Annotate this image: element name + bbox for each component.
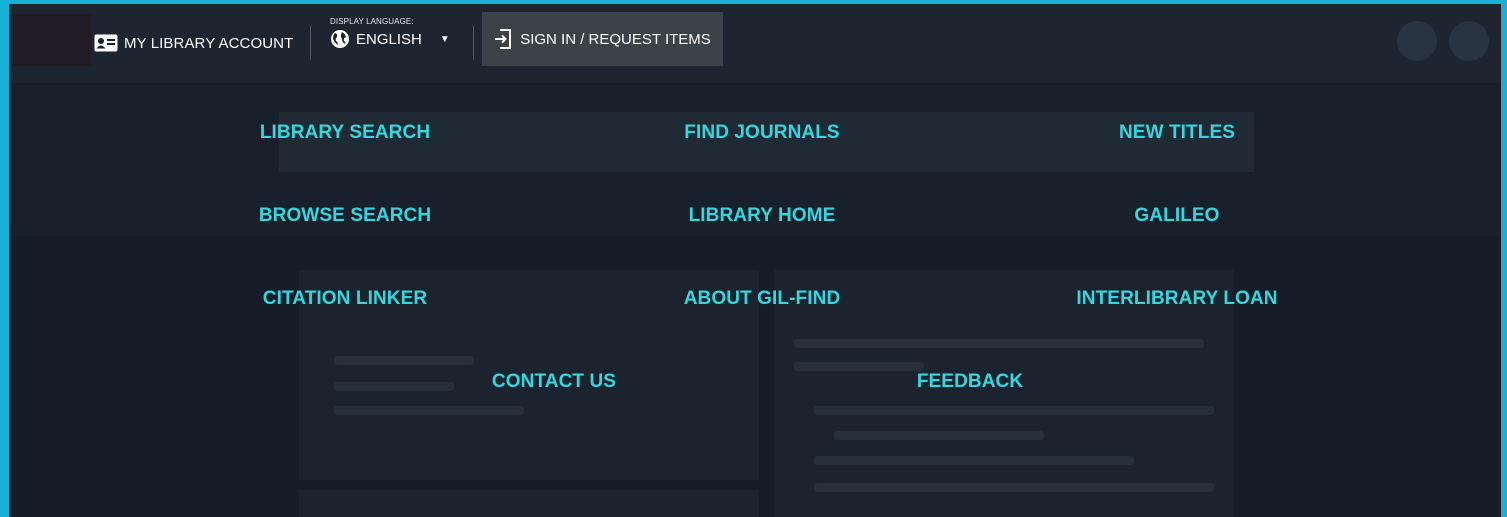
- background-menu-icon: [1449, 21, 1489, 61]
- language-value: ENGLISH: [356, 30, 422, 48]
- caret-down-icon: ▼: [439, 33, 450, 45]
- background-text: [334, 382, 454, 391]
- sign-in-icon: [495, 29, 512, 49]
- divider: [473, 26, 474, 60]
- menu-link-feedback[interactable]: FEEDBACK: [917, 371, 1023, 393]
- menu-link-citation-linker[interactable]: CITATION LINKER: [263, 288, 427, 310]
- background-card: [299, 490, 759, 517]
- background-text: [814, 483, 1214, 492]
- globe-icon: [331, 30, 349, 48]
- background-text: [334, 356, 474, 365]
- language-selector[interactable]: DISPLAY LANGUAGE: ENGLISH ▼: [330, 17, 450, 49]
- menu-link-interlibrary-loan[interactable]: INTERLIBRARY LOAN: [1076, 288, 1277, 310]
- sign-in-label: SIGN IN / REQUEST ITEMS: [520, 30, 711, 48]
- background-text: [794, 339, 1204, 348]
- menu-link-library-home[interactable]: LIBRARY HOME: [689, 205, 836, 227]
- my-library-account-link[interactable]: MY LIBRARY ACCOUNT: [94, 30, 293, 56]
- background-text: [814, 456, 1134, 465]
- background-text: [334, 406, 524, 415]
- background-logo: [13, 14, 91, 66]
- background-text: [794, 362, 924, 371]
- menu-link-find-journals[interactable]: FIND JOURNALS: [684, 122, 839, 144]
- divider: [310, 26, 311, 60]
- menu-link-library-search[interactable]: LIBRARY SEARCH: [260, 122, 430, 144]
- language-caption: DISPLAY LANGUAGE:: [330, 17, 414, 26]
- background-text: [814, 406, 1214, 415]
- background-avatar-icon: [1397, 21, 1437, 61]
- menu-link-new-titles[interactable]: NEW TITLES: [1119, 122, 1235, 144]
- menu-overlay: MY LIBRARY ACCOUNT DISPLAY LANGUAGE: ENG…: [0, 0, 1507, 517]
- background-text: [834, 431, 1044, 440]
- id-card-icon: [94, 34, 118, 52]
- sign-in-button[interactable]: SIGN IN / REQUEST ITEMS: [482, 12, 723, 66]
- language-dropdown[interactable]: ENGLISH ▼: [330, 29, 450, 49]
- menu-link-galileo[interactable]: GALILEO: [1134, 205, 1219, 227]
- menu-link-browse-search[interactable]: BROWSE SEARCH: [259, 205, 431, 227]
- menu-link-contact-us[interactable]: CONTACT US: [492, 371, 616, 393]
- my-library-account-label: MY LIBRARY ACCOUNT: [124, 34, 294, 52]
- menu-link-about-gil-find[interactable]: ABOUT GIL-FIND: [684, 288, 841, 310]
